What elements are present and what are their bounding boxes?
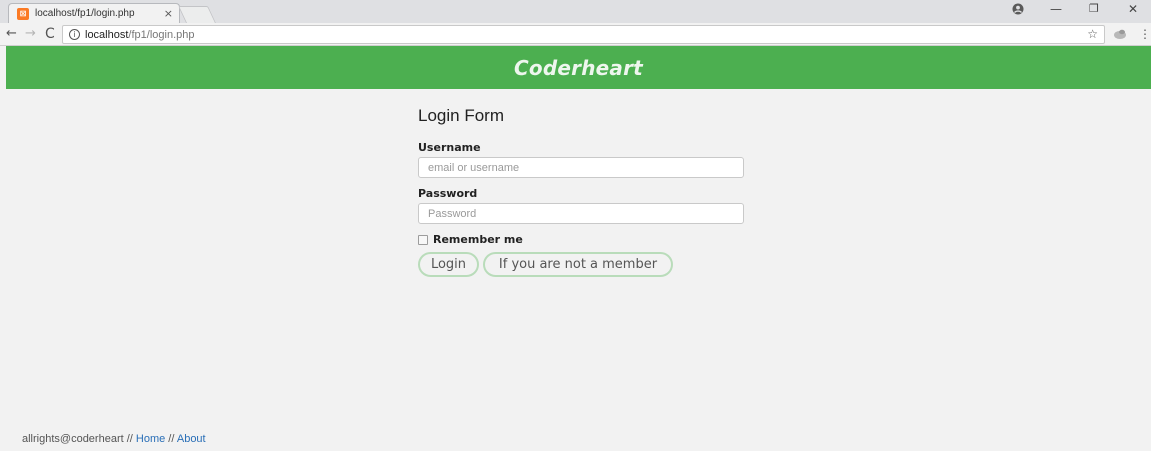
password-input[interactable] bbox=[418, 203, 744, 224]
tab-strip: ⊠ localhost/fp1/login.php × — ❐ ✕ bbox=[0, 0, 1151, 23]
login-button[interactable]: Login bbox=[418, 252, 479, 277]
window-close-icon[interactable]: ✕ bbox=[1128, 2, 1138, 16]
url-host: localhost bbox=[85, 28, 129, 41]
browser-menu-icon[interactable]: ⋮ bbox=[1139, 27, 1151, 41]
restore-icon[interactable]: ❐ bbox=[1089, 2, 1099, 15]
login-form: Login Form Username Password Remember me… bbox=[418, 104, 748, 277]
footer-home-link[interactable]: Home bbox=[136, 433, 165, 445]
remember-me-checkbox[interactable] bbox=[418, 234, 428, 245]
tab-close-icon[interactable]: × bbox=[164, 7, 173, 20]
username-label: Username bbox=[418, 141, 481, 154]
browser-window: ⊠ localhost/fp1/login.php × — ❐ ✕ ← → C … bbox=[0, 0, 1151, 451]
page-footer: allrights@coderheart // Home // About bbox=[22, 433, 206, 445]
browser-tab[interactable]: ⊠ localhost/fp1/login.php × bbox=[8, 3, 180, 23]
footer-copyright: allrights@coderheart // bbox=[22, 433, 136, 445]
register-button[interactable]: If you are not a member bbox=[483, 252, 673, 277]
footer-about-link[interactable]: About bbox=[177, 433, 206, 445]
site-header: Coderheart bbox=[6, 46, 1151, 89]
tab-title: localhost/fp1/login.php bbox=[35, 8, 135, 19]
remember-me-label[interactable]: Remember me bbox=[433, 233, 523, 246]
username-input[interactable] bbox=[418, 157, 744, 178]
xampp-favicon-icon: ⊠ bbox=[17, 7, 29, 20]
bookmark-star-icon[interactable]: ☆ bbox=[1087, 27, 1098, 41]
site-info-icon[interactable]: i bbox=[69, 29, 80, 40]
password-label: Password bbox=[418, 187, 478, 200]
reload-icon[interactable]: C bbox=[45, 26, 55, 42]
site-logo[interactable]: Coderheart bbox=[514, 56, 643, 80]
form-title: Login Form bbox=[418, 106, 504, 125]
url-path: /fp1/login.php bbox=[128, 28, 195, 41]
extension-icon[interactable] bbox=[1113, 28, 1127, 40]
new-tab-button[interactable] bbox=[178, 6, 216, 23]
remember-me-row[interactable]: Remember me bbox=[418, 233, 523, 246]
back-arrow-icon[interactable]: ← bbox=[6, 26, 17, 42]
account-icon[interactable] bbox=[1012, 3, 1024, 15]
footer-separator: // bbox=[165, 433, 177, 445]
forward-arrow-icon[interactable]: → bbox=[25, 26, 36, 42]
address-bar[interactable]: i localhost/fp1/login.php ☆ bbox=[62, 25, 1105, 44]
browser-toolbar: ← → C i localhost/fp1/login.php ☆ bbox=[0, 23, 1151, 46]
minimize-icon[interactable]: — bbox=[1050, 2, 1062, 16]
